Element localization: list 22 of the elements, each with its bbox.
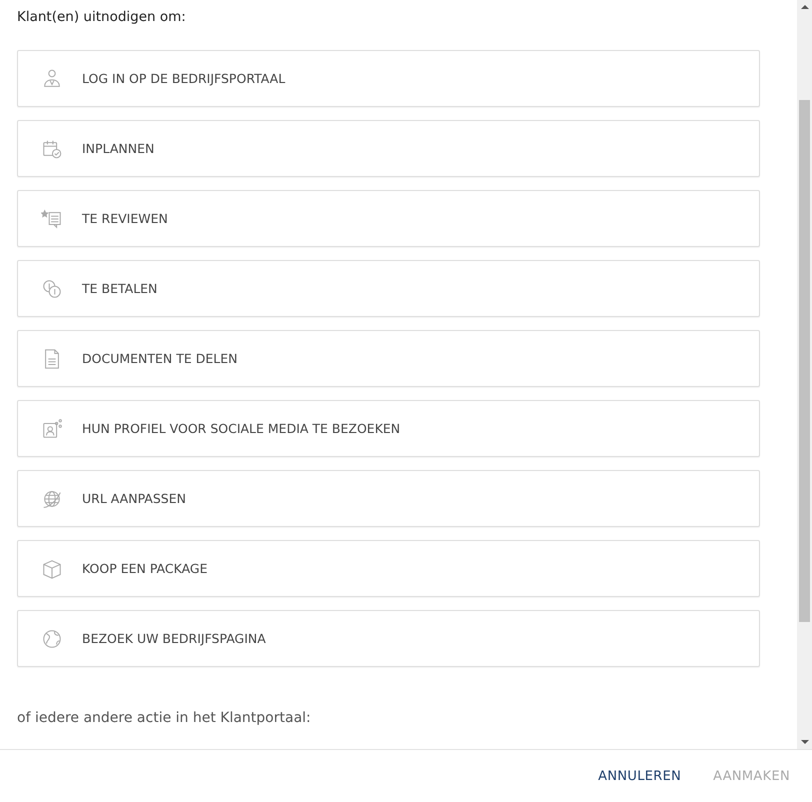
action-option[interactable]: DOCUMENTEN TE DELEN bbox=[17, 330, 760, 387]
profile-share-icon bbox=[41, 418, 63, 440]
scroll-down-icon[interactable] bbox=[800, 740, 808, 744]
scrollbar[interactable] bbox=[797, 0, 812, 749]
action-option[interactable]: LOG IN OP DE BEDRIJFSPORTAAL bbox=[17, 50, 760, 107]
action-option[interactable]: URL AANPASSEN bbox=[17, 470, 760, 527]
section-heading: Klant(en) uitnodigen om: bbox=[17, 9, 187, 27]
coins-icon bbox=[41, 278, 63, 300]
box-icon bbox=[41, 558, 63, 580]
cancel-button[interactable]: ANNULEREN bbox=[590, 762, 690, 790]
action-option[interactable]: INPLANNEN bbox=[17, 120, 760, 177]
globe-icon bbox=[41, 628, 63, 650]
action-option[interactable]: TE BETALEN bbox=[17, 260, 760, 317]
action-option[interactable]: KOOP EEN PACKAGE bbox=[17, 540, 760, 597]
action-option[interactable]: BEZOEK UW BEDRIJFSPAGINA bbox=[17, 610, 760, 667]
scroll-up-icon[interactable] bbox=[800, 5, 808, 9]
review-icon bbox=[41, 208, 63, 230]
action-option[interactable]: TE REVIEWEN bbox=[17, 190, 760, 247]
action-option[interactable]: HUN PROFIEL VOOR SOCIALE MEDIA TE BEZOEKEN bbox=[17, 400, 760, 457]
person-icon bbox=[41, 68, 63, 90]
hint-text: of iedere andere actie in het Klantportaal: bbox=[17, 710, 312, 726]
scrollbar-thumb[interactable] bbox=[799, 100, 810, 622]
